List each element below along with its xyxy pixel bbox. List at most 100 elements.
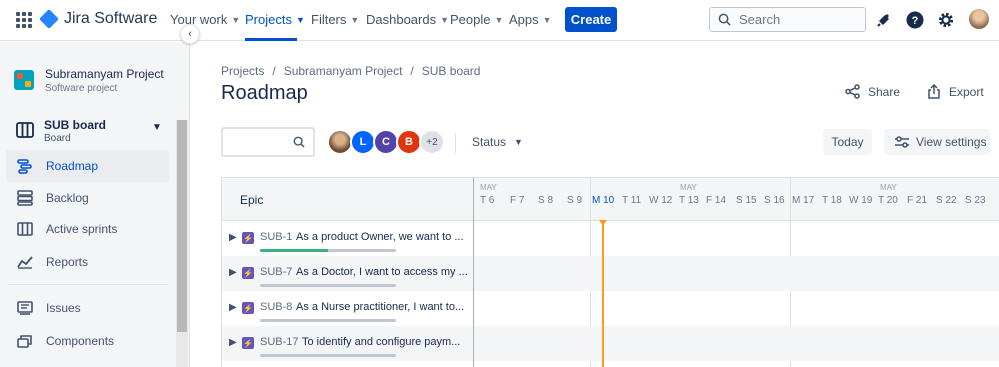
day-label: S 23 bbox=[965, 195, 986, 206]
board-selector[interactable]: SUB board Board ▼ bbox=[14, 116, 172, 146]
chevron-down-icon: ▼ bbox=[542, 14, 552, 25]
epic-icon: ⚡ bbox=[242, 232, 254, 244]
breadcrumb-separator: / bbox=[410, 64, 414, 78]
search-box[interactable] bbox=[709, 7, 866, 32]
day-label: S 9 bbox=[567, 195, 583, 206]
board-type: Board bbox=[44, 133, 71, 144]
table-row[interactable]: ▶ ⚡ SUB-7 As a Doctor, I want to access … bbox=[222, 256, 999, 291]
sidebar-item-backlog[interactable]: Backlog bbox=[6, 182, 169, 214]
progress-bar bbox=[260, 319, 396, 322]
chevron-right-icon[interactable]: ▶ bbox=[229, 232, 237, 243]
nav-your-work[interactable]: Your work ▼ bbox=[170, 12, 240, 27]
issue-key[interactable]: SUB-7 bbox=[260, 266, 292, 278]
sidebar-item-label: Roadmap bbox=[46, 159, 99, 173]
table-row[interactable]: ▶ ⚡ SUB-1 As a product Owner, we want to… bbox=[222, 221, 999, 256]
sprints-icon bbox=[16, 220, 34, 238]
chevron-left-icon: ‹ bbox=[188, 28, 192, 40]
scrollbar-thumb[interactable] bbox=[177, 120, 187, 332]
project-type: Software project bbox=[45, 83, 118, 94]
day-label: F 7 bbox=[510, 195, 525, 206]
breadcrumb-board[interactable]: SUB board bbox=[422, 64, 481, 78]
app-switcher-icon[interactable] bbox=[16, 12, 32, 28]
day-label: T 18 bbox=[822, 195, 842, 206]
issue-summary: As a product Owner, we want to ... bbox=[296, 231, 464, 243]
sidebar-item-issues[interactable]: Issues bbox=[6, 292, 169, 324]
board-icon bbox=[16, 122, 34, 138]
month-label: MAY bbox=[680, 183, 697, 192]
breadcrumb-separator: / bbox=[272, 64, 276, 78]
sidebar-item-label: Issues bbox=[46, 301, 81, 315]
nav-filters[interactable]: Filters ▼ bbox=[311, 12, 359, 27]
sidebar-item-reports[interactable]: Reports bbox=[6, 246, 169, 278]
chevron-right-icon[interactable]: ▶ bbox=[229, 302, 237, 313]
project-name: Subramanyam Project bbox=[45, 67, 164, 81]
search-icon bbox=[293, 136, 305, 148]
day-label: S 15 bbox=[736, 195, 757, 206]
create-button[interactable]: Create bbox=[565, 7, 617, 32]
help-icon[interactable]: ? bbox=[906, 11, 924, 29]
reports-icon bbox=[16, 253, 34, 271]
share-label: Share bbox=[868, 84, 901, 99]
day-label: S 22 bbox=[936, 195, 957, 206]
nav-people[interactable]: People ▼ bbox=[450, 12, 503, 27]
jira-logo[interactable]: Jira Software bbox=[39, 9, 157, 29]
day-label: W 19 bbox=[849, 195, 873, 206]
issue-key[interactable]: SUB-17 bbox=[260, 336, 299, 348]
breadcrumb: Projects / Subramanyam Project / SUB boa… bbox=[221, 64, 480, 78]
day-label: S 8 bbox=[538, 195, 554, 206]
share-button[interactable]: Share bbox=[845, 84, 900, 99]
day-label: M 10 bbox=[592, 195, 615, 206]
roadmap-icon bbox=[16, 157, 34, 175]
sidebar-item-roadmap[interactable]: Roadmap bbox=[6, 150, 169, 182]
chevron-right-icon[interactable]: ▶ bbox=[229, 337, 237, 348]
jira-logo-icon bbox=[39, 9, 59, 29]
issue-key[interactable]: SUB-1 bbox=[260, 231, 292, 243]
sidebar-item-active-sprints[interactable]: Active sprints bbox=[6, 213, 169, 245]
day-label: T 20 bbox=[878, 195, 898, 206]
chevron-down-icon: ▼ bbox=[494, 14, 504, 25]
search-input[interactable] bbox=[739, 12, 859, 27]
svg-text:?: ? bbox=[912, 15, 919, 27]
toolbar-divider bbox=[455, 133, 456, 153]
top-navigation: Jira Software Your work ▼ Projects ▼ Filte… bbox=[0, 0, 999, 41]
nav-projects[interactable]: Projects ▼ bbox=[245, 12, 305, 27]
chevron-right-icon[interactable]: ▶ bbox=[229, 267, 237, 278]
backlog-icon bbox=[16, 189, 34, 207]
sidebar-item-label: Reports bbox=[46, 255, 89, 269]
today-button[interactable]: Today bbox=[823, 129, 872, 155]
sidebar-item-components[interactable]: Components bbox=[6, 325, 169, 357]
search-icon bbox=[718, 13, 731, 26]
chevron-down-icon: ▼ bbox=[440, 14, 450, 25]
nav-dashboards[interactable]: Dashboards ▼ bbox=[366, 12, 449, 27]
settings-icon[interactable] bbox=[937, 11, 955, 29]
table-row[interactable]: ▶ ⚡ SUB-8 As a Nurse practitioner, I wan… bbox=[222, 291, 999, 326]
breadcrumb-project[interactable]: Subramanyam Project bbox=[284, 64, 403, 78]
export-button[interactable]: Export bbox=[927, 84, 984, 99]
roadmap-timeline: Epic MAY T 6 F 7 S 8 S 9 MAY M 10 T 11 W 12 T 13 F… bbox=[221, 177, 999, 367]
issues-icon bbox=[16, 299, 34, 317]
issue-key[interactable]: SUB-8 bbox=[260, 301, 292, 313]
user-avatar[interactable] bbox=[969, 9, 989, 29]
assignee-filter: L C B +2 bbox=[327, 129, 445, 155]
view-settings-button[interactable]: View settings bbox=[884, 129, 990, 155]
epic-column-header: Epic bbox=[240, 193, 264, 207]
chevron-down-icon: ▼ bbox=[152, 122, 162, 133]
chevron-down-icon: ▼ bbox=[295, 14, 305, 25]
sidebar-scrollbar[interactable] bbox=[176, 120, 188, 367]
sidebar-divider bbox=[8, 284, 168, 285]
table-row[interactable]: ▶ ⚡ SUB-17 To identify and configure pay… bbox=[222, 326, 999, 361]
collapse-sidebar-button[interactable]: ‹ bbox=[180, 24, 200, 44]
notification-icon[interactable] bbox=[875, 11, 893, 29]
nav-apps[interactable]: Apps ▼ bbox=[509, 12, 552, 27]
month-label: MAY bbox=[480, 183, 497, 192]
roadmap-search-input[interactable] bbox=[221, 127, 315, 157]
more-avatars-button[interactable]: +2 bbox=[419, 129, 445, 155]
day-label: T 6 bbox=[480, 195, 495, 206]
epic-column-divider[interactable] bbox=[473, 178, 474, 367]
page-title: Roadmap bbox=[221, 82, 308, 104]
status-filter[interactable]: Status ▼ bbox=[472, 135, 523, 149]
progress-bar bbox=[260, 249, 396, 252]
day-label: T 13 bbox=[679, 195, 699, 206]
export-label: Export bbox=[949, 84, 984, 99]
breadcrumb-projects[interactable]: Projects bbox=[221, 64, 264, 78]
